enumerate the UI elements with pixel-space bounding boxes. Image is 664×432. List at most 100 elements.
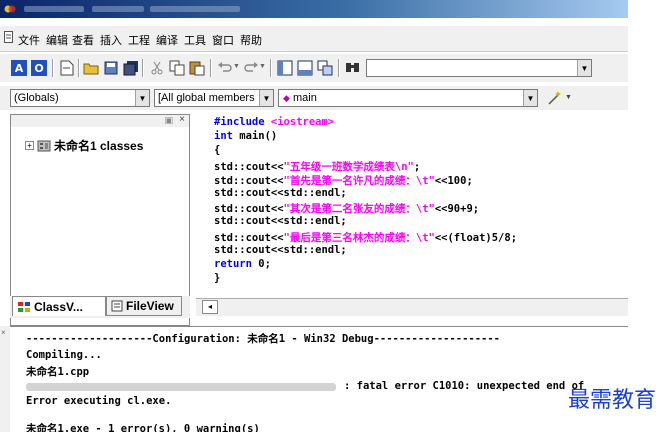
find-combo[interactable]: ▼: [366, 59, 592, 77]
title-blur: [92, 6, 144, 12]
code-token: "其次是第二名张友的成绩：\t": [283, 203, 435, 216]
save-icon[interactable]: [102, 59, 120, 77]
code-token: std::cout<<: [214, 174, 284, 187]
cut-icon[interactable]: [148, 59, 166, 77]
menu-bar: 文件 编辑 查看 插入 工程 编译 工具 窗口 帮助: [0, 26, 628, 52]
code-line: {: [214, 144, 220, 156]
code-line: }: [214, 272, 220, 284]
restore-icon[interactable]: ▣: [164, 115, 173, 126]
wizard-action-dropdown-icon[interactable]: ▼: [565, 94, 572, 101]
scroll-left-icon[interactable]: ◂: [202, 300, 218, 314]
code-token: std::cout<<: [214, 160, 284, 173]
window-list-icon[interactable]: [316, 59, 334, 77]
toolbar-separator: [78, 59, 80, 77]
code-token: {: [214, 144, 221, 157]
class-tree-label: 未命名1 classes: [54, 139, 144, 153]
class-tree-root[interactable]: + 未命名1 classes: [25, 137, 143, 154]
code-line: std::cout<<std::endl;: [214, 187, 347, 199]
find-in-files-icon[interactable]: [344, 59, 362, 77]
redo-icon[interactable]: [242, 59, 260, 77]
tab-classview[interactable]: ClassV...: [12, 296, 106, 316]
chevron-down-icon[interactable]: ▼: [523, 90, 537, 106]
menu-build[interactable]: 编译: [156, 32, 178, 48]
chevron-down-icon[interactable]: ▼: [135, 90, 149, 106]
output-close-icon[interactable]: ×: [1, 328, 6, 337]
fileview-icon: [111, 300, 123, 312]
wizard-action-icon[interactable]: [546, 89, 564, 107]
code-token: std::cout<<: [214, 203, 284, 216]
code-line: return 0;: [214, 258, 271, 270]
find-combo-dropdown-icon[interactable]: ▼: [577, 60, 591, 76]
menu-insert[interactable]: 插入: [100, 32, 122, 48]
toolbar-separator: [142, 59, 144, 77]
filter-combo-value: [All global members: [158, 92, 255, 104]
menu-help[interactable]: 帮助: [240, 32, 262, 48]
menu-edit[interactable]: 编辑: [46, 32, 68, 48]
code-line: std::cout<<std::endl;: [214, 244, 347, 256]
code-token: #include: [214, 116, 271, 128]
code-token: int: [214, 130, 240, 143]
expand-plus-icon[interactable]: +: [25, 141, 34, 150]
undo-dropdown-icon[interactable]: ▼: [233, 63, 240, 70]
redacted-path: [26, 383, 336, 391]
menu-tools[interactable]: 工具: [184, 32, 206, 48]
code-token: "五年级一班数学成绩表\n": [283, 160, 414, 173]
class-combo[interactable]: (Globals) ▼: [10, 89, 150, 107]
copy-icon[interactable]: [168, 59, 186, 77]
paste-icon[interactable]: [188, 59, 206, 77]
menu-project[interactable]: 工程: [128, 32, 150, 48]
menu-view[interactable]: 查看: [72, 32, 94, 48]
output-file: 未命名1.cpp: [26, 366, 90, 378]
class-combo-value: (Globals): [14, 92, 59, 104]
menu-file[interactable]: 文件: [18, 32, 40, 48]
redo-dropdown-icon[interactable]: ▼: [259, 63, 266, 70]
workspace-pane: ▣ × + 未命名1 classes: [10, 114, 190, 326]
editor-hscrollbar[interactable]: ◂: [196, 298, 628, 316]
member-combo[interactable]: main ◆ ▼: [278, 89, 538, 107]
save-all-icon[interactable]: [122, 59, 140, 77]
filter-combo[interactable]: [All global members ▼: [154, 89, 274, 107]
tab-fileview[interactable]: FileView: [106, 296, 182, 316]
workspace-tabs: ClassV... FileView: [10, 296, 190, 318]
code-token: std::cout<<std::endl;: [214, 187, 347, 199]
code-token: <<90+9;: [434, 203, 480, 216]
watermark: 最需教育: [567, 388, 656, 413]
new-file-icon[interactable]: [58, 59, 76, 77]
bold-o-icon[interactable]: O: [30, 59, 48, 77]
code-editor[interactable]: #include <iostream> int main(){std::cout<…: [196, 114, 628, 290]
code-token: "最后是第三名林杰的成绩：\t": [283, 231, 435, 244]
open-folder-icon[interactable]: [82, 59, 100, 77]
code-token: <iostream>: [270, 116, 335, 128]
chevron-down-icon[interactable]: ▼: [259, 90, 273, 106]
title-bar: [0, 0, 628, 18]
code-token: ;: [413, 160, 421, 173]
svg-text:O: O: [34, 62, 43, 75]
toolbar-separator: [270, 59, 272, 77]
output-config-line: --------------------Configuration: 未命名1 …: [26, 333, 501, 345]
code-token: <<(float)5/8;: [434, 231, 518, 244]
member-combo-value: main: [293, 92, 317, 104]
output-error-line[interactable]: : fatal error C1010: unexpected end of: [344, 380, 584, 392]
output-window-icon[interactable]: [296, 59, 314, 77]
menubar-doc-icon: [4, 31, 13, 43]
code-token: std::cout<<: [214, 231, 284, 244]
wizard-bar: (Globals) ▼ [All global members ▼ main ◆…: [0, 86, 628, 110]
undo-icon[interactable]: [216, 59, 234, 77]
menu-window[interactable]: 窗口: [212, 32, 234, 48]
output-dock-bar: ×: [0, 326, 10, 432]
output-compiling: Compiling...: [26, 349, 102, 361]
bold-a-icon[interactable]: A: [10, 59, 28, 77]
close-icon[interactable]: ×: [179, 114, 185, 125]
code-token: std::cout<<std::endl;: [214, 243, 347, 256]
code-line: std::cout<<"首先是第一名许凡的成绩：\t"<<100;: [214, 173, 473, 188]
toolbar-separator: [52, 59, 54, 77]
output-window: --------------------Configuration: 未命名1 …: [10, 326, 628, 432]
classview-icon: [18, 301, 30, 312]
code-token: }: [214, 272, 221, 285]
standard-toolbar: A O ▼ ▼ ▼: [0, 54, 628, 82]
toolbar-separator: [338, 59, 340, 77]
workspace-header: ▣ ×: [11, 114, 189, 127]
title-blur: [150, 6, 240, 12]
title-blur: [24, 6, 84, 12]
workspace-icon[interactable]: [276, 59, 294, 77]
